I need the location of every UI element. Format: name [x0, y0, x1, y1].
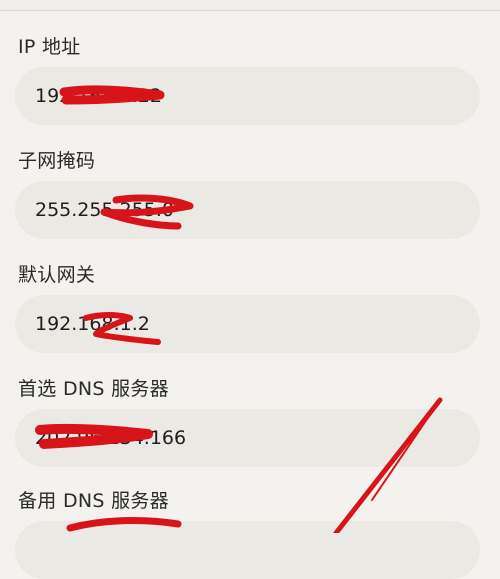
subnet-mask-value: 255.255.255.0: [35, 199, 175, 221]
default-gateway-input[interactable]: 192.168.1.2: [15, 295, 480, 353]
default-gateway-label: 默认网关: [18, 264, 96, 286]
ip-address-value: 192.168.1.22: [35, 85, 162, 107]
ip-address-input[interactable]: 192.168.1.22: [15, 67, 480, 125]
alternate-dns-label: 备用 DNS 服务器: [18, 490, 169, 512]
preferred-dns-input[interactable]: 202.96.134.166: [15, 409, 480, 467]
default-gateway-value: 192.168.1.2: [35, 313, 150, 335]
subnet-mask-label: 子网掩码: [18, 150, 96, 172]
top-divider: [0, 0, 500, 11]
subnet-mask-input[interactable]: 255.255.255.0: [15, 181, 480, 239]
ip-address-label: IP 地址: [18, 36, 81, 58]
alternate-dns-input[interactable]: [15, 521, 480, 579]
preferred-dns-label: 首选 DNS 服务器: [18, 378, 169, 400]
preferred-dns-value: 202.96.134.166: [35, 427, 187, 449]
